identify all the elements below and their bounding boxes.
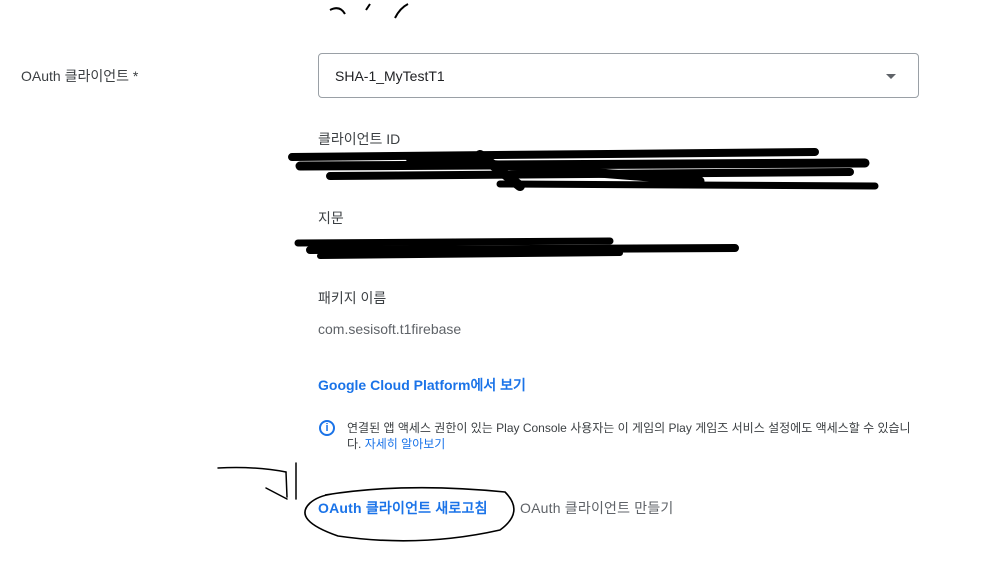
info-message: 연결된 앱 액세스 권한이 있는 Play Console 사용자는 이 게임의… xyxy=(347,420,922,452)
package-name-label: 패키지 이름 xyxy=(318,290,387,306)
oauth-client-select[interactable]: SHA-1_MyTestT1 xyxy=(318,53,919,98)
view-in-gcp-link[interactable]: Google Cloud Platform에서 보기 xyxy=(318,375,526,395)
fingerprint-redaction xyxy=(294,237,739,259)
client-id-label: 클라이언트 ID xyxy=(318,131,401,147)
scribble-mark xyxy=(365,3,371,11)
scribble-mark xyxy=(329,7,346,15)
client-id-redaction xyxy=(288,148,879,191)
hand-drawn-arrow xyxy=(217,462,297,500)
create-oauth-client-button[interactable]: OAuth 클라이언트 만들기 xyxy=(520,498,674,518)
chevron-down-icon xyxy=(886,74,896,79)
refresh-oauth-client-button[interactable]: OAuth 클라이언트 새로고침 xyxy=(318,498,488,518)
scribble-mark xyxy=(394,3,409,19)
oauth-client-field-label: OAuth 클라이언트 * xyxy=(21,68,139,84)
package-name-value: com.sesisoft.t1firebase xyxy=(318,321,462,337)
learn-more-link[interactable]: 자세히 알아보기 xyxy=(365,437,446,451)
oauth-client-selected-value: SHA-1_MyTestT1 xyxy=(335,68,445,84)
fingerprint-label: 지문 xyxy=(318,210,344,226)
info-icon: i xyxy=(319,420,335,436)
